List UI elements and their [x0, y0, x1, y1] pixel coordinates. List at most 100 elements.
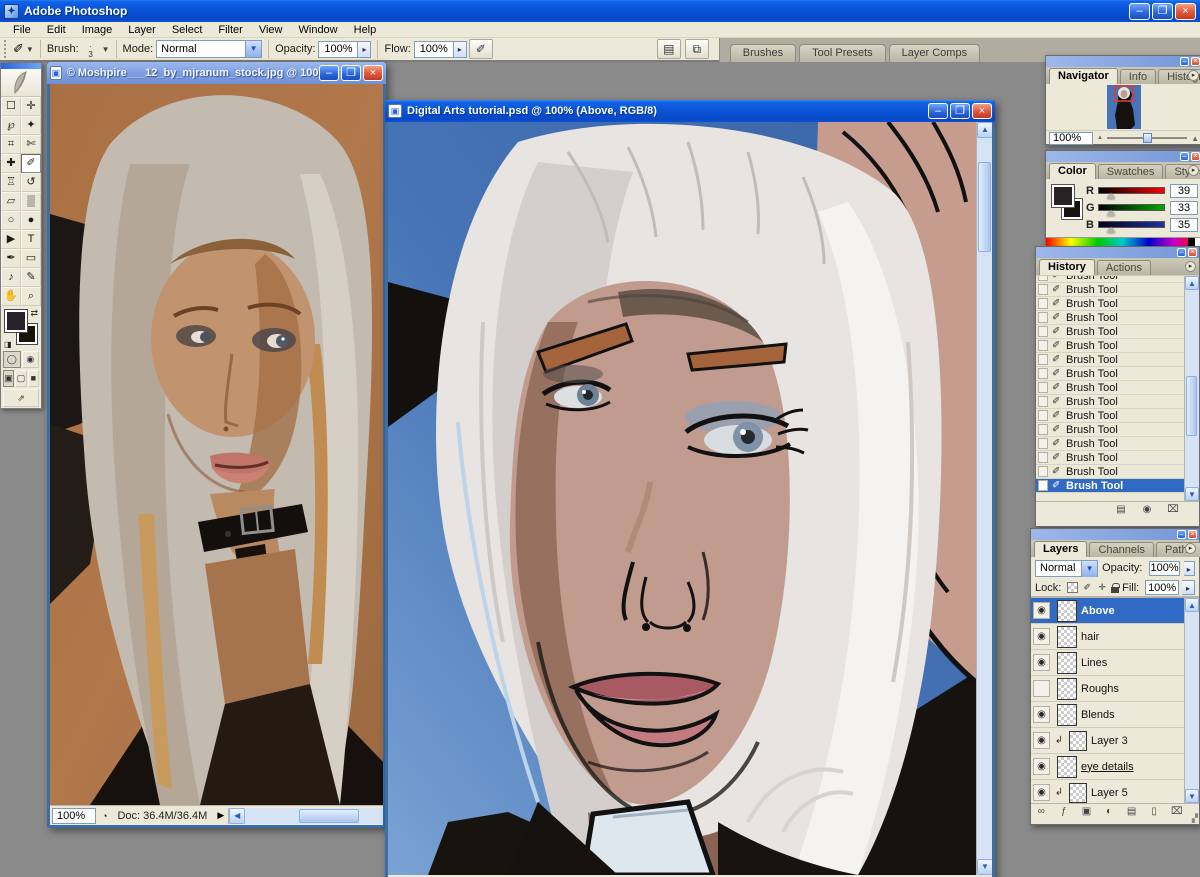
navigator-preview[interactable]	[1046, 84, 1200, 130]
layers-opacity-field[interactable]: 100%	[1149, 561, 1179, 576]
shape-tool[interactable]: ▭	[21, 249, 41, 268]
add-layer-mask-icon[interactable]: ▣	[1080, 806, 1093, 817]
foreground-color-swatch[interactable]	[5, 310, 27, 332]
visibility-toggle[interactable]	[1033, 628, 1050, 645]
current-tool-brush-icon[interactable]: ✐	[13, 41, 24, 57]
fill-slider-icon[interactable]: ▸	[1182, 580, 1195, 595]
menu-item[interactable]: Help	[347, 23, 384, 37]
flow-field[interactable]: 100%	[414, 41, 454, 58]
history-close-button[interactable]: ×	[1188, 248, 1197, 257]
brush-picker-arrow-icon[interactable]: ▼	[102, 45, 110, 54]
layer-thumbnail[interactable]	[1069, 783, 1087, 803]
menu-item[interactable]: Layer	[121, 23, 163, 37]
history-source-well[interactable]	[1038, 480, 1048, 491]
bridge-icon[interactable]: ⧉	[685, 39, 709, 59]
color-titlebar[interactable]: – ×	[1046, 151, 1200, 162]
palette-tab[interactable]: Channels	[1089, 542, 1153, 557]
visibility-toggle[interactable]	[1033, 602, 1050, 619]
layer-thumbnail[interactable]	[1057, 626, 1077, 648]
history-source-well[interactable]	[1038, 438, 1048, 449]
channel-value-field[interactable]: 35	[1170, 218, 1198, 232]
history-source-well[interactable]	[1038, 396, 1048, 407]
eyedropper-tool[interactable]: ✎	[21, 268, 41, 287]
history-step[interactable]: ✐ Brush Tool	[1036, 381, 1199, 395]
layers-menu-icon[interactable]: ▸	[1185, 543, 1196, 554]
menu-item[interactable]: Edit	[40, 23, 73, 37]
history-step[interactable]: ✐ Brush Tool	[1036, 409, 1199, 423]
fill-field[interactable]: 100%	[1145, 580, 1179, 595]
layers-close-button[interactable]: ×	[1188, 530, 1197, 539]
minimize-button[interactable]: –	[1129, 3, 1150, 20]
history-minimize-button[interactable]: –	[1177, 248, 1186, 257]
history-step[interactable]: ✐ Brush Tool	[1036, 423, 1199, 437]
channel-slider-thumb[interactable]	[1107, 193, 1115, 199]
type-tool[interactable]: T	[21, 230, 41, 249]
history-step[interactable]: ✐ Brush Tool	[1036, 325, 1199, 339]
new-group-icon[interactable]: ▤	[1125, 806, 1138, 817]
history-source-well[interactable]	[1038, 410, 1048, 421]
channel-value-field[interactable]: 33	[1170, 201, 1198, 215]
layers-scrollbar[interactable]: ▲ ▼	[1184, 598, 1199, 803]
history-source-well[interactable]	[1038, 275, 1048, 281]
doc2-vertical-scrollbar[interactable]: ▲ ▼	[976, 122, 992, 875]
brush-tool[interactable]: ✐	[21, 154, 41, 173]
scroll-down-icon[interactable]: ▼	[1185, 789, 1199, 803]
palette-tab[interactable]: History	[1039, 259, 1095, 275]
layer-row[interactable]: ↲ Layer 5	[1031, 780, 1199, 803]
layers-minimize-button[interactable]: –	[1177, 530, 1186, 539]
layer-row[interactable]: ↲ hair	[1031, 624, 1199, 650]
menu-item[interactable]: View	[252, 23, 290, 37]
palette-tab[interactable]: Swatches	[1098, 164, 1164, 179]
pen-tool[interactable]: ✒	[1, 249, 21, 268]
layer-row[interactable]: ↲ Lines	[1031, 650, 1199, 676]
airbrush-toggle-icon[interactable]: ✐	[469, 39, 493, 59]
close-button[interactable]: ×	[1175, 3, 1196, 20]
default-colors-icon[interactable]: ◨	[4, 340, 12, 349]
zoom-out-icon[interactable]: ▲	[1097, 135, 1103, 141]
visibility-toggle[interactable]	[1033, 706, 1050, 723]
scroll-left-icon[interactable]: ◀	[229, 808, 245, 824]
path-selection-tool[interactable]: ▶	[1, 230, 21, 249]
edit-in-imageready-button[interactable]: ⇗	[3, 389, 39, 407]
scroll-up-icon[interactable]: ▲	[977, 122, 992, 138]
layer-thumbnail[interactable]	[1057, 756, 1077, 778]
doc1-titlebar[interactable]: ▣ © Moshpire___12_by_mjranum_stock.jpg @…	[47, 62, 386, 84]
lock-transparency-icon[interactable]	[1067, 582, 1078, 593]
zoom-tool[interactable]: ⌕	[21, 287, 41, 306]
layer-thumbnail[interactable]	[1057, 600, 1077, 622]
history-source-well[interactable]	[1038, 382, 1048, 393]
history-step[interactable]: ✐ Brush Tool	[1036, 311, 1199, 325]
lock-paint-icon[interactable]: ✐	[1081, 582, 1093, 593]
lasso-tool[interactable]: ℘	[1, 116, 21, 135]
menu-item[interactable]: Select	[165, 23, 210, 37]
navigator-titlebar[interactable]: – ×	[1046, 56, 1200, 67]
navigator-menu-icon[interactable]: ▸	[1188, 70, 1199, 81]
history-source-well[interactable]	[1038, 312, 1048, 323]
link-layers-icon[interactable]: ∞	[1035, 806, 1048, 817]
history-source-well[interactable]	[1038, 326, 1048, 337]
hand-tool[interactable]: ✋	[1, 287, 21, 306]
scroll-up-icon[interactable]: ▲	[1185, 276, 1199, 290]
new-snapshot-icon[interactable]: ◉	[1139, 504, 1155, 515]
delete-state-icon[interactable]: ⌧	[1165, 504, 1181, 515]
file-info-icon[interactable]: ▤	[657, 39, 681, 59]
visibility-toggle[interactable]	[1033, 654, 1050, 671]
adjustment-layer-icon[interactable]: ◐	[1103, 806, 1116, 817]
menu-item[interactable]: File	[6, 23, 38, 37]
palette-tab[interactable]: Color	[1049, 163, 1096, 179]
channel-slider-thumb[interactable]	[1107, 210, 1115, 216]
history-step[interactable]: ✐ Brush Tool	[1036, 339, 1199, 353]
palette-well-tab[interactable]: Tool Presets	[799, 44, 886, 62]
color-close-button[interactable]: ×	[1191, 152, 1200, 161]
lock-position-icon[interactable]: ✛	[1096, 582, 1108, 593]
doc1-scroll-thumb[interactable]	[299, 809, 359, 823]
doc2-minimize-button[interactable]: –	[928, 103, 948, 119]
layers-titlebar[interactable]: – ×	[1031, 529, 1199, 540]
full-screen-menubar-button[interactable]: ▢	[15, 370, 26, 387]
tool-preset-arrow-icon[interactable]: ▼	[26, 45, 34, 54]
visibility-toggle[interactable]	[1033, 732, 1050, 749]
history-source-well[interactable]	[1038, 368, 1048, 379]
palette-tab[interactable]: Info	[1120, 69, 1156, 84]
rectangular-marquee-tool[interactable]: ☐	[1, 97, 21, 116]
history-step[interactable]: ✐ Brush Tool	[1036, 437, 1199, 451]
